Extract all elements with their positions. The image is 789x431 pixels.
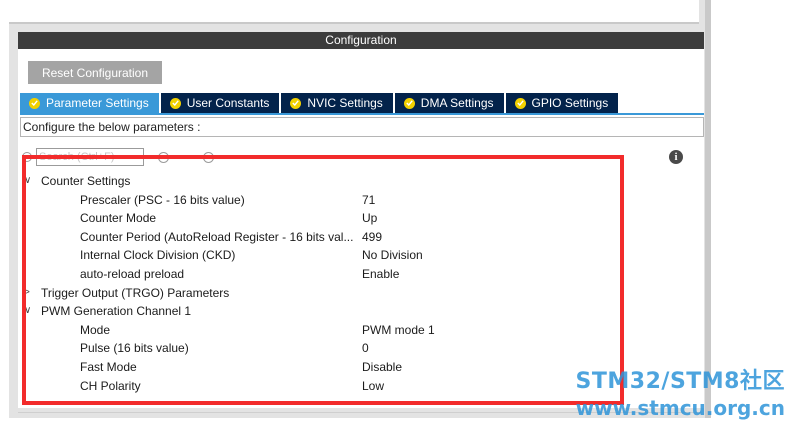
search-prev-icon[interactable] <box>158 152 169 163</box>
param-row[interactable]: Counter Mode Up <box>18 209 618 228</box>
param-label: Prescaler (PSC - 16 bits value) <box>80 192 245 207</box>
param-row[interactable]: Prescaler (PSC - 16 bits value) 71 <box>18 191 618 210</box>
param-row[interactable]: auto-reload preload Enable <box>18 265 618 284</box>
param-row[interactable]: Fast Mode Disable <box>18 358 618 377</box>
tab-underline <box>20 113 704 115</box>
check-icon <box>290 97 302 109</box>
tab-label: DMA Settings <box>420 96 494 110</box>
check-icon <box>403 97 415 109</box>
param-label: Counter Period (AutoReload Register - 16… <box>80 229 354 244</box>
site-watermark: STM32/STM8社区 www.stmcu.org.cn <box>557 369 785 421</box>
settings-tabs: Parameter Settings User Constants NVIC S… <box>20 93 619 113</box>
check-icon <box>169 97 181 109</box>
configuration-panel: Configuration Reset Configuration Parame… <box>18 32 704 408</box>
chevron-down-icon[interactable]: ∨ <box>24 172 34 191</box>
param-label: Pulse (16 bits value) <box>80 341 189 356</box>
chevron-right-icon[interactable]: > <box>24 284 34 303</box>
param-row[interactable]: CH Polarity Low <box>18 377 618 396</box>
param-label: auto-reload preload <box>80 266 185 281</box>
param-row[interactable]: Mode PWM mode 1 <box>18 321 618 340</box>
description-field: Configure the below parameters : <box>20 117 704 137</box>
check-icon <box>514 97 526 109</box>
group-label: Counter Settings <box>41 174 131 188</box>
top-strip <box>9 0 699 24</box>
right-scroll-rail[interactable] <box>705 0 711 418</box>
search-input[interactable]: Search (Ctrl+F) <box>36 148 144 166</box>
param-label: Counter Mode <box>80 211 157 226</box>
tab-label: User Constants <box>186 96 270 110</box>
chevron-down-icon[interactable]: ∨ <box>24 302 34 321</box>
group-label: Trigger Output (TRGO) Parameters <box>41 285 230 300</box>
param-label: CH Polarity <box>80 378 141 393</box>
param-value[interactable]: No Division <box>362 246 423 265</box>
group-counter-settings[interactable]: ∨ Counter Settings <box>18 172 618 191</box>
group-pwm-channel-1[interactable]: ∨ PWM Generation Channel 1 <box>18 302 618 321</box>
param-value[interactable]: 0 <box>362 339 369 358</box>
tab-parameter-settings[interactable]: Parameter Settings <box>20 93 159 113</box>
tab-label: GPIO Settings <box>531 96 609 110</box>
param-label: Fast Mode <box>80 359 137 374</box>
param-value[interactable]: Up <box>362 209 377 228</box>
param-value[interactable]: Enable <box>362 265 399 284</box>
tab-user-constants[interactable]: User Constants <box>160 93 280 113</box>
configuration-title-bar: Configuration <box>18 32 704 49</box>
tab-label: Parameter Settings <box>46 96 149 110</box>
param-row[interactable]: Pulse (16 bits value) 0 <box>18 339 618 358</box>
watermark-url: www.stmcu.org.cn <box>575 396 785 420</box>
tab-label: NVIC Settings <box>307 96 383 110</box>
param-value[interactable]: 499 <box>362 228 382 247</box>
search-icon <box>22 152 32 162</box>
param-row[interactable]: Internal Clock Division (CKD) No Divisio… <box>18 246 618 265</box>
param-value[interactable]: PWM mode 1 <box>362 321 435 340</box>
param-label: Mode <box>80 322 111 337</box>
tab-nvic-settings[interactable]: NVIC Settings <box>281 93 393 113</box>
param-label: Internal Clock Division (CKD) <box>80 248 236 263</box>
param-value[interactable]: 71 <box>362 191 375 210</box>
check-icon <box>29 97 40 109</box>
parameter-tree: ∨ Counter Settings Prescaler (PSC - 16 b… <box>18 172 618 395</box>
tab-dma-settings[interactable]: DMA Settings <box>394 93 504 113</box>
watermark-title: STM32/STM8社区 <box>575 369 785 394</box>
tab-gpio-settings[interactable]: GPIO Settings <box>505 93 619 113</box>
param-value[interactable]: Disable <box>362 358 402 377</box>
reset-configuration-button[interactable]: Reset Configuration <box>28 61 162 84</box>
search-next-icon[interactable] <box>203 152 214 163</box>
group-trigger-output[interactable]: > Trigger Output (TRGO) Parameters <box>18 284 618 303</box>
param-row[interactable]: Counter Period (AutoReload Register - 16… <box>18 228 618 247</box>
group-label: PWM Generation Channel 1 <box>41 304 192 319</box>
info-icon[interactable]: i <box>669 150 683 164</box>
param-value[interactable]: Low <box>362 377 384 396</box>
